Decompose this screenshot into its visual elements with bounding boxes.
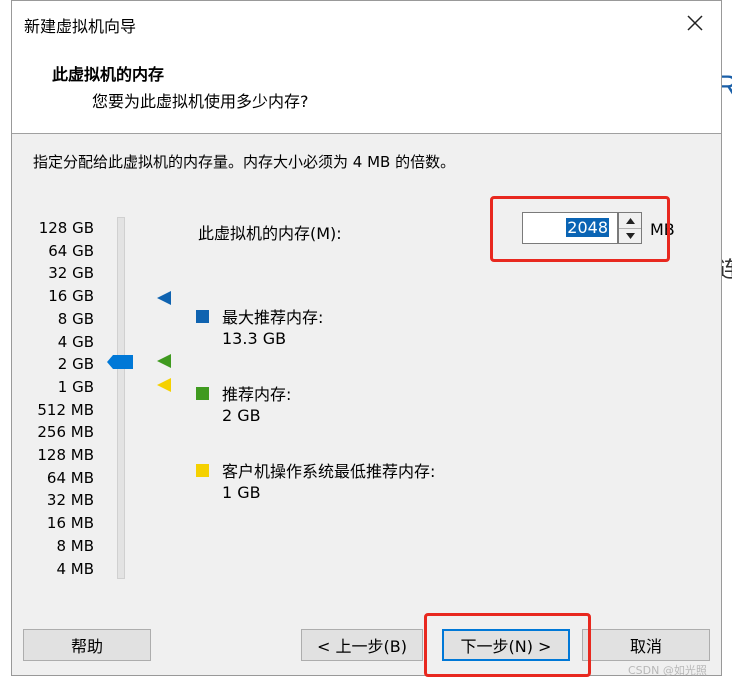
scale-label: 4 GB <box>57 332 94 351</box>
scale-label: 128 MB <box>37 446 94 464</box>
recommended-label: 推荐内存: <box>222 385 292 404</box>
highlight-box <box>424 613 591 677</box>
recommended-marker-icon <box>157 354 171 368</box>
max-recommended-marker-icon <box>157 291 171 305</box>
scale-label: 64 GB <box>48 241 94 260</box>
scale-label: 32 MB <box>46 491 94 510</box>
max-recommended-label: 最大推荐内存: <box>222 308 324 327</box>
min-recommended-label: 客户机操作系统最低推荐内存: <box>222 462 436 481</box>
min-recommended-swatch <box>196 464 209 477</box>
memory-slider-thumb[interactable] <box>107 355 133 369</box>
min-recommended-marker-icon <box>157 378 171 392</box>
recommended-swatch <box>196 387 209 400</box>
memory-label: 此虚拟机的内存(M): <box>198 224 342 243</box>
scale-label: 8 MB <box>56 536 94 555</box>
title-bar: 新建虚拟机向导 <box>12 1 721 45</box>
page-title: 此虚拟机的内存 <box>52 65 165 84</box>
memory-slider-track[interactable] <box>117 217 125 579</box>
scale-label: 32 GB <box>48 264 94 283</box>
max-recommended-swatch <box>196 310 209 323</box>
max-recommended-value: 13.3 GB <box>222 329 287 348</box>
cancel-button[interactable]: 取消 <box>582 629 710 661</box>
scale-label: 64 MB <box>46 468 94 487</box>
scale-label: 2 GB <box>57 355 94 374</box>
scale-label: 8 GB <box>57 309 94 328</box>
highlight-box <box>490 196 670 262</box>
scale-label: 16 GB <box>48 287 94 306</box>
min-recommended-value: 1 GB <box>222 483 261 502</box>
window-title: 新建虚拟机向导 <box>24 17 137 36</box>
recommended-value: 2 GB <box>222 406 261 425</box>
help-button[interactable]: 帮助 <box>23 629 151 661</box>
wizard-header: 此虚拟机的内存 您要为此虚拟机使用多少内存? <box>12 45 721 134</box>
scale-label: 1 GB <box>57 377 94 396</box>
watermark: CSDN @如光照 <box>628 664 707 677</box>
scale-label: 512 MB <box>37 400 94 419</box>
scale-label: 128 GB <box>38 219 94 237</box>
close-icon <box>687 15 703 31</box>
instruction-text: 指定分配给此虚拟机的内存量。内存大小必须为 4 MB 的倍数。 <box>33 153 456 171</box>
back-button[interactable]: < 上一步(B) <box>301 629 423 661</box>
new-vm-wizard-dialog: 新建虚拟机向导 此虚拟机的内存 您要为此虚拟机使用多少内存? 指定分配给此虚拟机… <box>11 0 722 677</box>
scale-label: 16 MB <box>46 514 94 533</box>
scale-label: 4 MB <box>56 559 94 578</box>
scale-label: 256 MB <box>37 423 94 442</box>
page-subtitle: 您要为此虚拟机使用多少内存? <box>92 92 309 111</box>
close-button[interactable] <box>677 7 713 39</box>
